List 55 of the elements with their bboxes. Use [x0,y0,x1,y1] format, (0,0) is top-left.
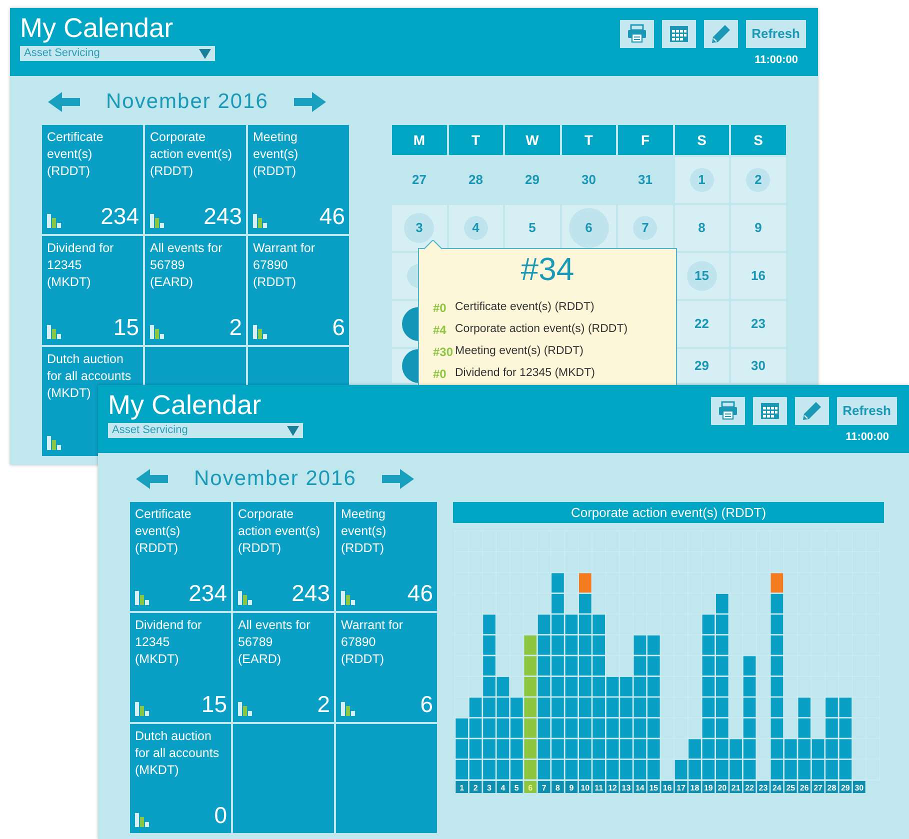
clock-time: 11:00:00 [846,430,889,445]
event-count: #30 [433,344,454,361]
tile-count: 2 [229,315,242,339]
weekday-header: S [731,125,786,155]
month-title: November 2016 [194,466,356,492]
day-marker: 6 [568,208,609,248]
tooltip-total: #34 [520,251,576,287]
month-title: November 2016 [106,89,268,116]
tile-count: 234 [100,204,139,228]
event-label: Dividend for 12345 (MKDT) [455,366,595,382]
tile-count: 46 [319,204,345,228]
tile-label: Corporate action event(s) (RDDT) [238,506,321,557]
tile-count: 6 [332,315,345,339]
tile-count: 15 [201,692,227,716]
weekday-header: F [618,125,672,155]
tile-label: Dutch auction for all accounts (MKDT) [135,728,220,779]
weekday-header: S [674,125,729,155]
day-marker: 7 [633,216,658,240]
tile-label: Warrant for 67890 (RDDT) [253,240,316,291]
event-count: #4 [433,322,448,339]
event-label: Certificate event(s) (RDDT) [455,300,594,316]
clock-time: 11:00:00 [754,53,798,68]
event-count: #0 [433,300,448,317]
weekday-header: M [392,125,446,155]
tile-count: 234 [188,581,227,605]
chart-title: Corporate action event(s) (RDDT) [453,502,884,523]
tile-label: Meeting event(s) (RDDT) [253,129,300,180]
tile-count: 15 [113,315,139,339]
tile-label: Certificate event(s) (RDDT) [47,129,104,180]
tile-count: 243 [292,581,330,605]
tile-label: Certificate event(s) (RDDT) [135,506,192,557]
app-title: My Calendar [20,12,174,44]
tile-label: All events for 56789 (EARD) [150,240,224,291]
event-label: Meeting event(s) (RDDT) [455,344,584,360]
tile-label: Dividend for 12345 (MKDT) [47,240,115,291]
tile-label: All events for 56789 (EARD) [238,617,312,668]
tile-label: Meeting event(s) (RDDT) [341,506,388,557]
weekday-header: T [448,125,503,155]
day-marker: 2 [746,168,770,192]
weekday-header: T [562,125,616,155]
weekday-header: W [505,125,560,155]
event-count: #0 [433,366,448,383]
tile-label: Dividend for 12345 (MKDT) [135,617,203,668]
tile-count: 6 [420,692,433,716]
event-label: Corporate action event(s) (RDDT) [455,322,628,338]
tile-count: 2 [317,692,330,716]
tile-count: 243 [204,204,242,228]
day-marker: 1 [690,168,714,192]
day-marker: 3 [404,213,434,243]
tile-label: Corporate action event(s) (RDDT) [150,129,233,180]
tile-label: Warrant for 67890 (RDDT) [341,617,404,668]
tile-count: 0 [214,803,227,827]
day-marker: 15 [686,261,717,291]
day-marker: 4 [464,216,488,240]
tile-count: 46 [407,581,433,605]
